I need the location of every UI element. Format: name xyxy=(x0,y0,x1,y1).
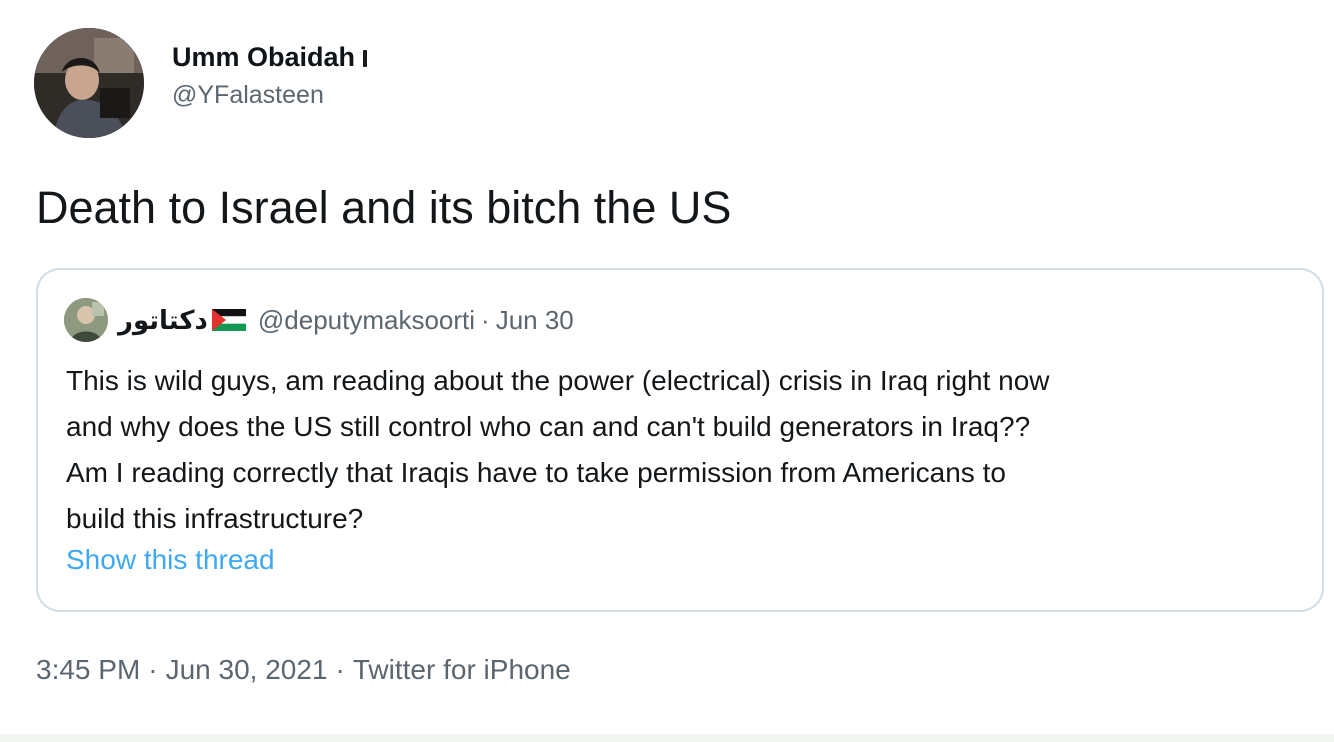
author-names: Umm Obaidah @YFalasteen xyxy=(172,40,368,112)
name-emoji-icon xyxy=(363,50,368,67)
bottom-divider xyxy=(0,734,1334,742)
tweet-source[interactable]: Twitter for iPhone xyxy=(353,654,571,685)
author-handle[interactable]: @YFalasteen xyxy=(172,78,367,112)
quoted-text-line: This is wild guys, am reading about the … xyxy=(66,365,1050,396)
quoted-display-name[interactable]: دكتاتور xyxy=(118,305,208,336)
quoted-text-line: build this infrastructure? xyxy=(66,503,364,534)
profile-photo-icon[interactable] xyxy=(34,28,144,138)
tweet-time[interactable]: 3:45 PM xyxy=(36,654,140,685)
quoted-text-line: Am I reading correctly that Iraqis have … xyxy=(66,457,1006,488)
separator-dot: · xyxy=(335,654,345,685)
tweet-card: Umm Obaidah @YFalasteen Death to Israel … xyxy=(0,0,1334,742)
separator-dot: · xyxy=(481,304,490,335)
quoted-tweet-card[interactable]: دكتاتور @deputymaksoorti · Jun 30 This i… xyxy=(36,268,1324,612)
show-thread-link[interactable]: Show this thread xyxy=(66,544,275,576)
separator-dot: · xyxy=(148,654,158,685)
author-display-name[interactable]: Umm Obaidah xyxy=(172,40,368,74)
tweet-date[interactable]: Jun 30, 2021 xyxy=(166,654,328,685)
tweet-header: Umm Obaidah @YFalasteen xyxy=(34,28,368,138)
quoted-avatar-icon[interactable] xyxy=(64,298,108,342)
tweet-metadata: 3:45 PM · Jun 30, 2021 · Twitter for iPhone xyxy=(36,654,571,686)
palestine-flag-icon xyxy=(211,309,246,331)
quoted-tweet-header: دكتاتور @deputymaksoorti · Jun 30 xyxy=(64,298,574,342)
quoted-handle[interactable]: @deputymaksoorti xyxy=(258,305,475,336)
quoted-date[interactable]: Jun 30 xyxy=(496,305,574,336)
quoted-text-line: and why does the US still control who ca… xyxy=(66,411,1031,442)
tweet-text: Death to Israel and its bitch the US xyxy=(36,182,732,233)
quoted-tweet-text: This is wild guys, am reading about the … xyxy=(66,358,1296,542)
